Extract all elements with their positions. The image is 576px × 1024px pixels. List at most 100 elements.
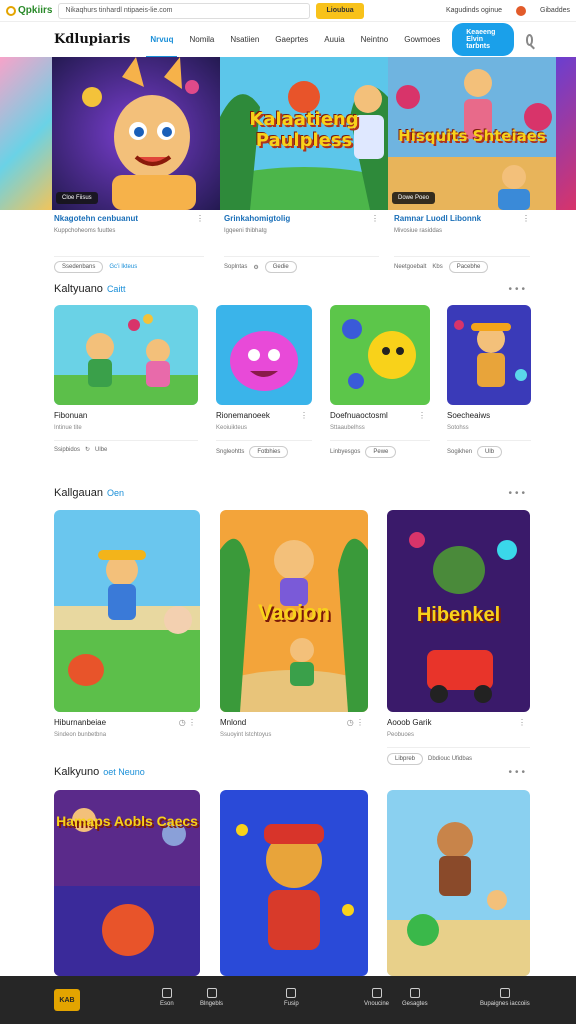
card-sub: Sttaaubelhss [330,425,365,431]
section-1-card-4[interactable]: Soecheaiws Sotohss Sogikhen Ulb [447,305,531,458]
card-sub: Sindeon bunbetbna [54,732,107,738]
card-title-text: Aooob Garik [387,718,432,727]
hero-meta-pill-2[interactable]: Gedie [264,261,297,273]
hero-tile-2[interactable]: Kalaatieng Paulpless [220,57,388,210]
clock-icon[interactable]: ◷ ⋮ [347,718,364,727]
hero-meta-sub-2: Igqeeni thibhatg [224,228,267,234]
hero-tile-3[interactable]: Hisquits Shteiaes Dowe Poeo [388,57,556,210]
more-vert-icon[interactable]: ⋮ [418,411,426,420]
nav-item-5[interactable]: Auuia [324,31,344,48]
hero-carousel: Cloe Fiisus Kalaatieng Paulpless Hisquit… [0,57,576,210]
nav-right: Gowmoes Keaeeng Elvin tarbnts [404,23,534,56]
card-pill[interactable]: Pewe [365,446,397,458]
search-icon[interactable] [525,33,534,46]
top-link-1[interactable]: Kagudinds oginue [446,7,502,14]
hero-meta-pill-3[interactable]: Pacebhe [448,261,489,273]
hero-meta-actions-2: Soplntas ⚙ Gedie [224,256,379,273]
card-title-text: Soecheaiws [447,411,491,420]
bottom-item-4[interactable]: Vnoucine [364,988,389,1007]
card-title: Fibonuan [54,411,198,420]
top-bar: Qpkiirs Nikaqhurs tinhardl ntipaeis-lie.… [0,0,576,22]
card-title: Mnlond ◷ ⋮ [220,718,368,727]
hero-badge-1: Cloe Fiisus [56,192,98,204]
hero-meta-action-2[interactable]: Soplntas [224,264,247,270]
section-2-card-2[interactable]: Vaoion Mnlond ◷ ⋮ Ssuoyint lstchtoyus [220,510,368,738]
more-horiz-icon[interactable]: ••• [508,284,528,295]
list-icon [409,988,420,998]
card-pill[interactable]: Libpreb [387,753,424,765]
card-pill[interactable]: Ulbe [95,447,107,453]
bottom-item-3[interactable]: Fusip [284,988,299,1007]
card-title: Doefnuaoctosml ⋮ [330,411,430,420]
section-3-card-1[interactable]: Hamaps Aobls Caecs [54,790,200,976]
card-sub: Keoiuikteus [216,425,248,431]
section-1-card-1[interactable]: Fibonuan Intinue tite Ssipbidos ↻ Ulbe [54,305,198,453]
gear-icon[interactable]: ⚙ [253,264,258,271]
bottom-item-1[interactable]: Eson [160,988,174,1007]
top-link-2[interactable]: Gibaddes [540,7,570,14]
search-input[interactable]: Nikaqhurs tinhardl ntipaeis-lie.com [58,2,311,19]
app-page: Qpkiirs Nikaqhurs tinhardl ntipaeis-lie.… [0,0,576,1024]
bottom-item-2[interactable]: Blngebls [200,988,223,1007]
refresh-icon[interactable]: ↻ [85,446,90,453]
hero-meta-row: Nkagotehn cenbuanut ⋮ Kuppchoheoms fuutt… [0,214,576,276]
bottom-item-6[interactable]: Bupaignes iaccoiis [480,988,530,1007]
nav-item-1[interactable]: Nrvuq [146,31,178,58]
card-action[interactable]: Linbyesgos [330,449,360,455]
more-vert-icon[interactable]: ⋮ [300,411,308,420]
search-button[interactable]: Lioubua [316,2,364,19]
nav-item-4[interactable]: Gaeprtes [275,31,308,48]
hero-meta-title-2[interactable]: Grinkahomigtolig [224,214,379,223]
folder-icon [371,988,382,998]
card-action[interactable]: Dbdiouc Ufidbas [428,756,472,762]
nav-item-6[interactable]: Neintno [361,31,389,48]
primary-cta-button[interactable]: Keaeeng Elvin tarbnts [452,23,514,56]
more-horiz-icon[interactable]: ••• [508,767,528,778]
hero-meta-title-3[interactable]: Ramnar Luodl Libonnk [394,214,530,223]
card-sub: Ssuoyint lstchtoyus [220,732,272,738]
hero-meta-sub-1: Kuppchoheoms fuuttes [54,228,116,234]
card-pill[interactable]: Fotbhies [249,446,289,458]
hero-art-1 [52,57,220,210]
more-vert-icon[interactable]: ⋮ [518,718,526,727]
card-title-text: Doefnuaoctosml [330,411,388,420]
clock-icon[interactable]: ◷ ⋮ [179,718,196,727]
bottom-item-5[interactable]: Gesagtes [402,988,428,1007]
section-2-card-3[interactable]: Hibenkel Aooob Garik ⋮ Peobuoes Libpreb Db… [387,510,530,765]
nav-item-3[interactable]: Nsatiien [230,31,259,48]
more-vert-icon[interactable]: ⋮ [371,214,379,223]
hero-next-peek[interactable] [556,57,576,210]
section-2-card-1[interactable]: Hiburnanbeiae ◷ ⋮ Sindeon bunbetbna [54,510,200,738]
site-logo[interactable]: Qpkiirs [6,5,52,16]
more-vert-icon[interactable]: ⋮ [522,214,530,223]
card-actions: Linbyesgos Pewe [330,440,430,458]
more-vert-icon[interactable]: ⋮ [196,214,204,223]
nav-item-2[interactable]: Nomila [189,31,214,48]
bottom-label-2: Blngebls [200,1001,224,1007]
hero-meta-sub-3: Mivosiue rasiddas [394,228,443,234]
card-thumb [447,305,531,405]
hero-meta-link-1[interactable]: Gc'i Ikteus [109,264,137,270]
brand-title[interactable]: Kdlupiaris [54,32,130,47]
hero-tile-1[interactable]: Cloe Fiisus [52,57,220,210]
card-action[interactable]: Sngleohtts [216,449,244,455]
section-1-card-2[interactable]: Rionemanoeek ⋮ Keoiuikteus Sngleohtts Fotb… [216,305,312,458]
section-3-card-2[interactable] [220,790,368,976]
card-sub: Peobuoes [387,732,415,738]
user-avatar-icon[interactable] [516,5,527,16]
nav-right-link[interactable]: Gowmoes [404,35,440,44]
card-art [54,510,200,712]
card-action[interactable]: Ssipbidos [54,447,80,453]
hero-meta-pill-1[interactable]: Ssedenbans [54,261,104,273]
section-3-card-3[interactable] [387,790,530,976]
hero-meta-count-3: Kbs [432,264,443,270]
bottom-logo[interactable]: KAB [54,989,80,1011]
section-1-card-3[interactable]: Doefnuaoctosml ⋮ Sttaaubelhss Linbyesgos P… [330,305,430,458]
hero-prev-peek[interactable] [0,57,52,210]
more-horiz-icon[interactable]: ••• [508,488,528,499]
card-title: Rionemanoeek ⋮ [216,411,312,420]
hero-meta-title-1[interactable]: Nkagotehn cenbuanut [54,214,204,223]
hero-meta-action-3[interactable]: Neetgoebalt [394,264,426,270]
card-pill[interactable]: Ulb [477,446,503,458]
card-action[interactable]: Sogikhen [447,449,472,455]
